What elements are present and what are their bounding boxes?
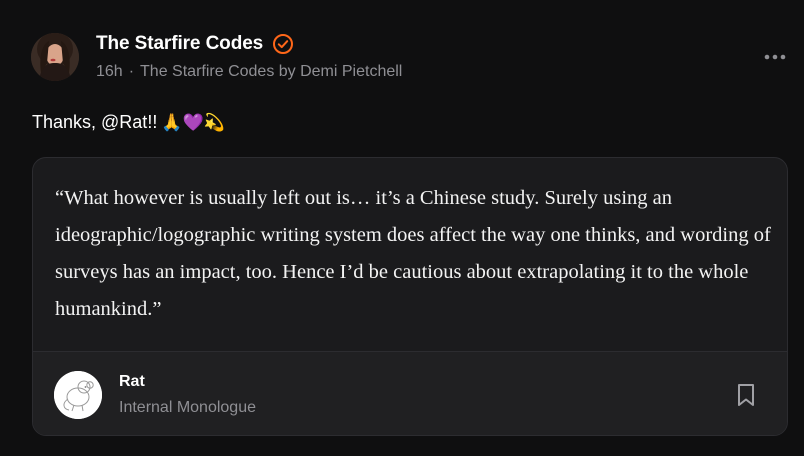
post-meta: 16h · The Starfire Codes by Demi Pietchell	[96, 63, 402, 81]
verified-badge-icon	[273, 34, 293, 54]
emoji-group: 🙏💜💫	[161, 113, 225, 132]
quote-publication-name[interactable]: Internal Monologue	[119, 399, 256, 417]
bookmark-icon[interactable]	[735, 382, 757, 408]
quoted-note-card[interactable]: “What however is usually left out is… it…	[32, 157, 788, 436]
quote-text: “What however is usually left out is… it…	[55, 187, 771, 320]
publication-name[interactable]: The Starfire Codes by Demi Pietchell	[140, 63, 402, 80]
author-name[interactable]: The Starfire Codes	[96, 33, 263, 55]
author-avatar-image	[31, 33, 79, 81]
note-post: The Starfire Codes 16h · The Starfire Code…	[0, 0, 804, 456]
quote-attribution[interactable]: Rat Internal Monologue	[33, 351, 787, 435]
rat-avatar[interactable]	[54, 371, 102, 419]
post-body-text: Thanks, @Rat!!	[32, 112, 158, 132]
post-body: Thanks, @Rat!! 🙏💜💫	[32, 112, 225, 133]
rat-avatar-image	[54, 371, 102, 419]
author-avatar[interactable]	[31, 33, 79, 81]
more-options-icon[interactable]	[762, 48, 788, 66]
post-time[interactable]: 16h	[96, 63, 123, 80]
quote-author-name[interactable]: Rat	[119, 373, 145, 391]
meta-separator: ·	[128, 63, 135, 80]
